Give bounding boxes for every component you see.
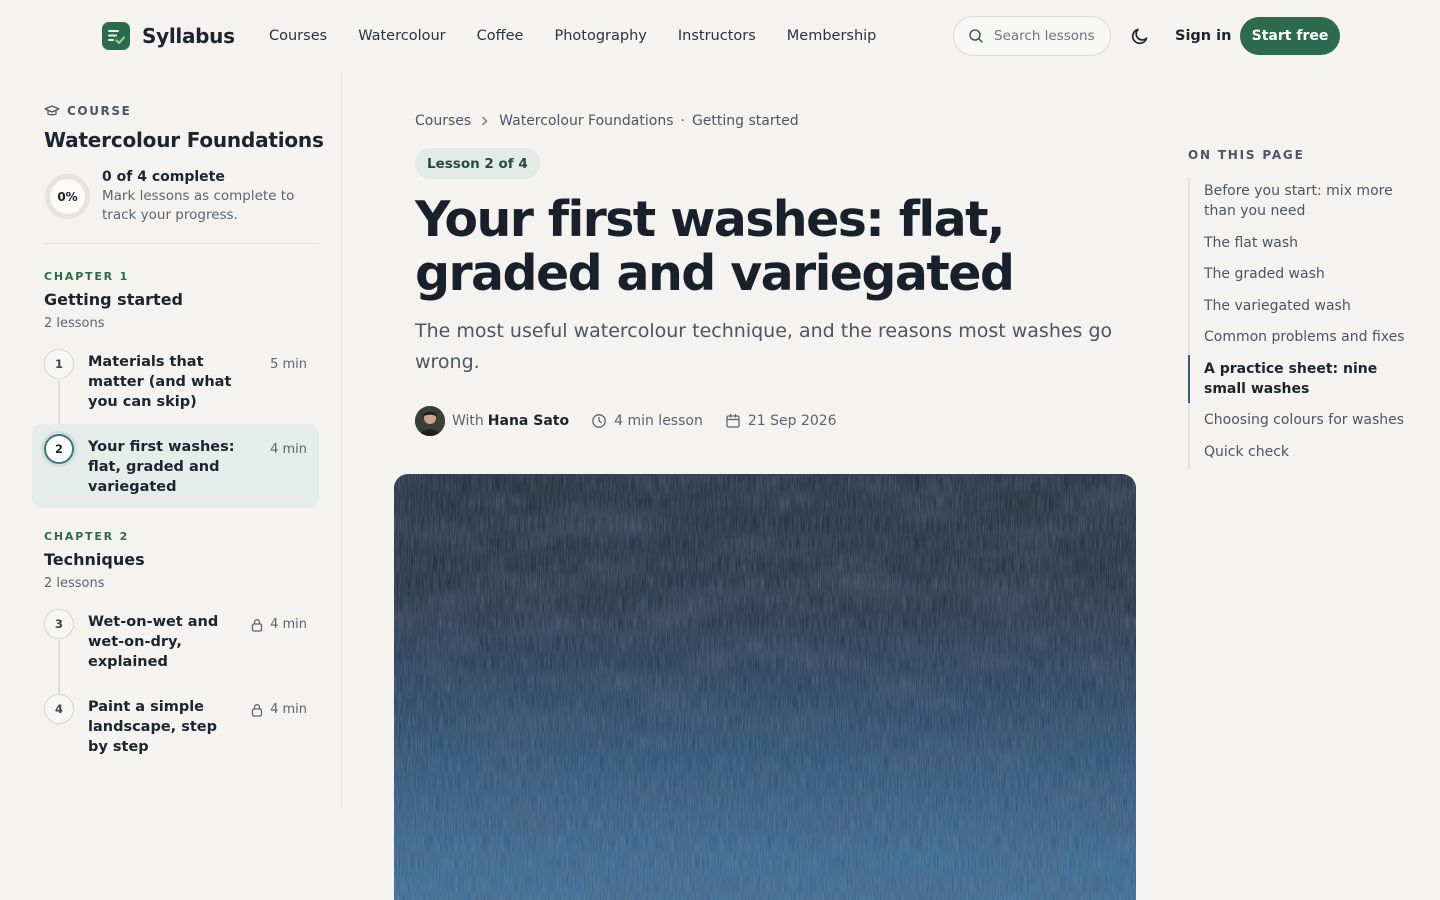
breadcrumb: Courses Watercolour Foundations · Gettin… (415, 113, 799, 129)
progress-hint: Mark lessons as complete to track your p… (102, 188, 295, 223)
nav-item-coffee[interactable]: Coffee (477, 25, 524, 47)
lesson-duration: 4 min (270, 617, 307, 632)
main-nav: Courses Watercolour Coffee Photography I… (269, 25, 907, 47)
progress-ring: 0% (44, 173, 91, 220)
toc-item[interactable]: The variegated wash (1190, 292, 1418, 320)
lesson-meta: With Hana Sato 4 min lesson 21 Sep 2026 (415, 406, 837, 436)
lesson-title: Paint a simple landscape, step by step (88, 699, 218, 755)
breadcrumb-courses[interactable]: Courses (415, 113, 471, 129)
progress-count: 0 of 4 complete (102, 169, 225, 185)
lesson-duration: 5 min (270, 357, 307, 372)
lesson-duration: 4 min (270, 442, 307, 457)
lock-icon (251, 619, 263, 632)
lesson-length: 4 min lesson (614, 413, 703, 429)
clock-icon (592, 414, 606, 428)
breadcrumb-course[interactable]: Watercolour Foundations (499, 113, 673, 129)
toc-item[interactable]: Choosing colours for washes (1190, 406, 1418, 434)
page-subtitle: The most useful watercolour technique, a… (415, 320, 1113, 373)
lesson-item-2-active[interactable]: 2 Your first washes: flat, graded and va… (32, 424, 319, 508)
calendar-icon (726, 413, 740, 428)
lesson-duration: 4 min (270, 702, 307, 717)
nav-item-photography[interactable]: Photography (554, 25, 646, 47)
lesson-number: 4 (44, 694, 74, 724)
top-header: Syllabus Courses Watercolour Coffee Phot… (0, 0, 1440, 72)
instructor-avatar[interactable] (415, 406, 445, 436)
lesson-number: 3 (44, 609, 74, 639)
start-free-button[interactable]: Start free (1240, 17, 1340, 55)
search-box[interactable] (953, 16, 1111, 56)
brand-logo[interactable]: Syllabus (102, 21, 235, 51)
lesson-item-1[interactable]: 1 Materials that matter (and what you ca… (32, 340, 319, 420)
chapter-1-eyebrow: CHAPTER 1 (44, 270, 130, 283)
search-input[interactable] (994, 28, 1106, 44)
lesson-item-4[interactable]: 4 Paint a simple landscape, step by step… (32, 685, 319, 765)
toc-item[interactable]: The graded wash (1190, 260, 1418, 288)
search-icon (969, 29, 983, 43)
lesson-title: Your first washes: flat, graded and vari… (88, 439, 235, 495)
toc-item[interactable]: Quick check (1190, 438, 1418, 466)
nav-item-courses[interactable]: Courses (269, 25, 327, 47)
nav-item-membership[interactable]: Membership (787, 25, 877, 47)
chapter-2-eyebrow: CHAPTER 2 (44, 530, 130, 543)
chapter-2-count: 2 lessons (44, 576, 105, 591)
course-eyebrow-label: COURSE (67, 104, 132, 118)
chapter-1-count: 2 lessons (44, 316, 105, 331)
course-title[interactable]: Watercolour Foundations (44, 128, 324, 152)
chapter-1-title: Getting started (44, 290, 183, 309)
syllabus-logo-icon (102, 22, 130, 50)
meta-with-label: With (452, 413, 484, 429)
breadcrumb-dot-separator: · (680, 113, 685, 129)
chapter-2-title: Techniques (44, 550, 145, 569)
lock-icon (251, 704, 263, 717)
toc-item[interactable]: Before you start: mix more than you need (1190, 177, 1418, 225)
nav-item-instructors[interactable]: Instructors (678, 25, 756, 47)
graduation-cap-icon (44, 105, 60, 116)
toc-item[interactable]: Common problems and fixes (1190, 323, 1418, 351)
lesson-item-3[interactable]: 3 Wet-on-wet and wet-on-dry, explained 4… (32, 600, 319, 680)
brand-name: Syllabus (142, 24, 235, 48)
hero-watercolour-image (394, 474, 1136, 900)
page-title: Your first washes: flat, graded and vari… (415, 191, 1015, 302)
progress-percent: 0% (57, 189, 78, 204)
nav-item-watercolour[interactable]: Watercolour (358, 25, 445, 47)
sidebar-divider (44, 243, 318, 244)
dark-mode-moon-icon[interactable] (1129, 25, 1151, 47)
lesson-position-badge: Lesson 2 of 4 (415, 148, 540, 179)
toc-item-active[interactable]: A practice sheet: nine small washes (1188, 354, 1418, 403)
toc-item[interactable]: The flat wash (1190, 229, 1418, 257)
sign-in-link[interactable]: Sign in (1175, 25, 1231, 47)
lesson-date: 21 Sep 2026 (747, 413, 837, 429)
lesson-title: Wet-on-wet and wet-on-dry, explained (88, 614, 219, 670)
chevron-right-icon (482, 116, 488, 126)
table-of-contents: Before you start: mix more than you need… (1188, 177, 1418, 469)
breadcrumb-chapter: Getting started (691, 113, 799, 129)
instructor-name[interactable]: Hana Sato (488, 413, 569, 429)
lesson-number: 2 (44, 434, 74, 464)
course-sidebar: COURSE Watercolour Foundations 0% 0 of 4… (0, 72, 342, 808)
course-eyebrow: COURSE (44, 104, 131, 118)
lesson-number: 1 (44, 349, 74, 379)
toc-heading: ON THIS PAGE (1188, 148, 1305, 162)
lesson-title: Materials that matter (and what you can … (88, 354, 232, 410)
